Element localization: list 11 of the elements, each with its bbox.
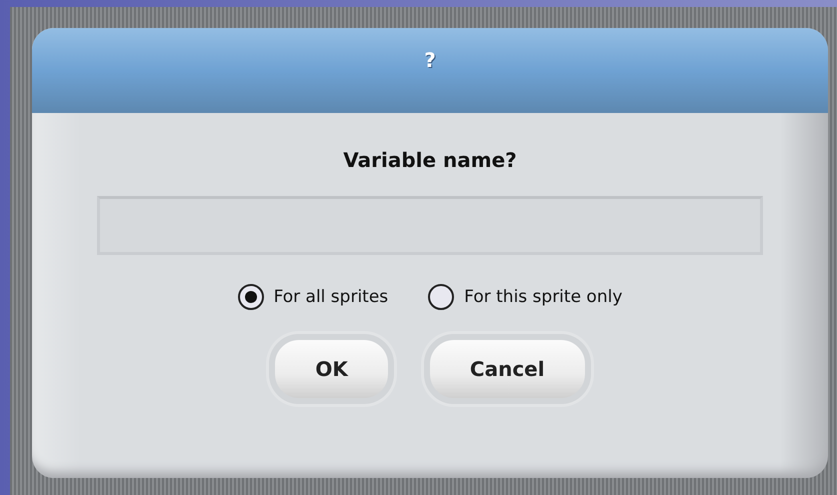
radio-icon[interactable]	[238, 284, 264, 310]
prompt-text: Variable name?	[343, 148, 517, 172]
radio-icon[interactable]	[428, 284, 454, 310]
option-label: For all sprites	[274, 287, 388, 307]
dialog-button[interactable]: OK	[269, 334, 394, 404]
radio-option[interactable]: For this sprite only	[428, 284, 622, 310]
radio-option[interactable]: For all sprites	[238, 284, 388, 310]
dialog-button[interactable]: Cancel	[424, 334, 591, 404]
dialog-title: ?	[424, 48, 436, 74]
name-input-field[interactable]	[97, 196, 763, 255]
option-label: For this sprite only	[464, 287, 622, 307]
